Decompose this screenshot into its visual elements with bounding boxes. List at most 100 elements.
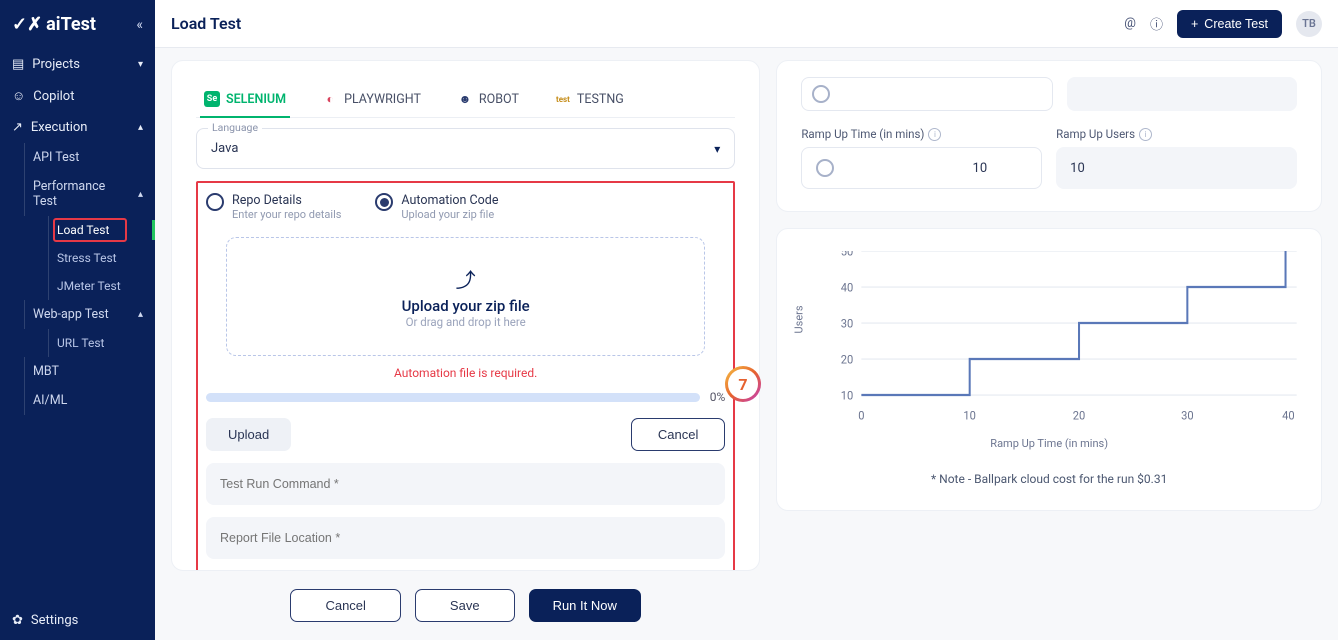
framework-tabs: SeSELENIUM ◐ PLAYWRIGHT ☻ROBOT testTESTNG	[196, 85, 735, 118]
sidebar-item-load-test[interactable]: Load Test	[48, 216, 155, 244]
tab-robot[interactable]: ☻ROBOT	[453, 85, 523, 117]
mention-icon[interactable]: @	[1124, 16, 1136, 31]
test-config-card: SeSELENIUM ◐ PLAYWRIGHT ☻ROBOT testTESTNG…	[171, 60, 760, 571]
execution-icon: ↗	[12, 120, 23, 135]
language-select[interactable]: Java ▾	[196, 128, 735, 169]
source-section-highlight: Repo Details Enter your repo details Aut…	[196, 181, 735, 571]
upload-dropzone[interactable]: ⤴ Upload your zip file Or drag and drop …	[226, 237, 705, 356]
slider-knob[interactable]	[816, 159, 834, 177]
sidebar-label: JMeter Test	[57, 279, 121, 293]
progress-percent: 0%	[710, 390, 726, 404]
tab-label: ROBOT	[479, 92, 519, 107]
collapse-sidebar-icon[interactable]: «	[136, 17, 143, 33]
tab-testng[interactable]: testTESTNG	[551, 85, 628, 117]
ramp-config-card: Ramp Up Time (in mins)i 10 Ramp Up Users…	[776, 60, 1322, 212]
callout-number: 7	[738, 375, 747, 394]
ramp-users-value-box: 10	[1056, 147, 1297, 189]
selenium-icon: Se	[204, 91, 220, 107]
sidebar-item-execution[interactable]: ↗ Execution ▴	[0, 112, 155, 143]
svg-text:40: 40	[841, 280, 854, 295]
logo: ✓✗ aiTest	[12, 14, 96, 35]
cancel-upload-button[interactable]: Cancel	[631, 418, 725, 451]
radio-title: Automation Code	[401, 193, 498, 208]
ramp-time-slider[interactable]: 10	[801, 147, 1042, 189]
svg-text:40: 40	[1282, 408, 1295, 423]
copilot-icon: ☺	[12, 88, 25, 104]
sidebar: ✓✗ aiTest « ▤ Projects ▾ ☺ Copilot ↗ Exe…	[0, 0, 155, 640]
avatar[interactable]: TB	[1296, 11, 1322, 37]
upload-icon: ⤴	[253, 264, 678, 293]
create-test-button[interactable]: + Create Test	[1177, 10, 1282, 38]
sidebar-label: Web-app Test	[33, 307, 109, 322]
svg-text:0: 0	[859, 408, 865, 423]
report-file-location-input[interactable]	[206, 517, 725, 559]
tab-label: PLAYWRIGHT	[344, 92, 421, 107]
svg-text:20: 20	[841, 352, 854, 367]
upload-button[interactable]: Upload	[206, 418, 291, 451]
sidebar-item-projects[interactable]: ▤ Projects ▾	[0, 49, 155, 80]
sidebar-item-aiml[interactable]: AI/ML	[24, 386, 155, 415]
info-icon[interactable]: i	[1139, 128, 1152, 141]
error-message: Automation file is required.	[206, 366, 725, 380]
radio-subtitle: Upload your zip file	[401, 208, 498, 221]
svg-text:50: 50	[841, 251, 854, 259]
sidebar-item-jmeter-test[interactable]: JMeter Test	[48, 272, 155, 300]
cancel-button[interactable]: Cancel	[290, 589, 400, 622]
tab-selenium[interactable]: SeSELENIUM	[200, 85, 290, 117]
sidebar-item-url-test[interactable]: URL Test	[48, 329, 155, 357]
sidebar-item-mbt[interactable]: MBT	[24, 357, 155, 386]
sidebar-item-settings[interactable]: ✿ Settings	[0, 601, 155, 640]
playwright-icon: ◐	[322, 91, 338, 107]
radio-automation-code[interactable]: Automation Code Upload your zip file	[375, 193, 498, 221]
sidebar-item-performance-test[interactable]: Performance Test ▴	[24, 172, 155, 216]
save-button[interactable]: Save	[415, 589, 515, 622]
dropzone-title: Upload your zip file	[253, 297, 678, 315]
gear-icon: ✿	[12, 613, 23, 628]
sidebar-item-api-test[interactable]: API Test	[24, 143, 155, 172]
ramp-time-value: 10	[973, 161, 988, 176]
radio-icon	[375, 193, 393, 211]
chevron-up-icon: ▴	[138, 309, 143, 320]
sidebar-label: MBT	[33, 364, 59, 379]
sidebar-label: Stress Test	[57, 251, 117, 265]
sidebar-item-copilot[interactable]: ☺ Copilot	[0, 80, 155, 112]
annotation-callout: 7	[725, 366, 761, 402]
sidebar-label: AI/ML	[33, 393, 67, 408]
ramp-chart-card: Users 5040302010 010203040 Ramp Up Time …	[776, 228, 1322, 511]
upload-progress	[206, 393, 700, 402]
radio-subtitle: Enter your repo details	[232, 208, 341, 221]
svg-text:30: 30	[1181, 408, 1194, 423]
chevron-down-icon: ▾	[138, 59, 143, 70]
sidebar-item-webapp-test[interactable]: Web-app Test ▴	[24, 300, 155, 329]
sidebar-label: Performance Test	[33, 179, 130, 209]
main: Load Test @ ⓘ + Create Test TB SeSELENIU…	[155, 0, 1338, 640]
footer-actions: Cancel Save Run It Now	[171, 579, 760, 628]
radio-icon	[206, 193, 224, 211]
sidebar-item-stress-test[interactable]: Stress Test	[48, 244, 155, 272]
testng-icon: test	[555, 91, 571, 107]
slider-knob[interactable]	[812, 85, 830, 103]
sidebar-label: Execution	[31, 120, 88, 135]
ramp-users-value: 10	[1070, 161, 1085, 176]
logo-icon: ✓✗	[12, 14, 42, 35]
topbar: Load Test @ ⓘ + Create Test TB	[155, 0, 1338, 48]
sidebar-label: Projects	[32, 57, 80, 72]
ramp-users-label: Ramp Up Users	[1056, 127, 1135, 141]
cost-note: * Note - Ballpark cloud cost for the run…	[801, 472, 1297, 486]
sidebar-label: Settings	[31, 613, 78, 628]
avatar-initials: TB	[1302, 17, 1316, 30]
radio-repo-details[interactable]: Repo Details Enter your repo details	[206, 193, 341, 221]
ramp-chart: Users 5040302010 010203040	[831, 251, 1297, 431]
chevron-up-icon: ▴	[138, 189, 143, 200]
tab-playwright[interactable]: ◐ PLAYWRIGHT	[318, 85, 425, 117]
info-icon[interactable]: ⓘ	[1150, 14, 1163, 33]
sidebar-label: API Test	[33, 150, 79, 165]
chevron-up-icon: ▴	[138, 122, 143, 133]
test-run-command-input[interactable]	[206, 463, 725, 505]
info-icon[interactable]: i	[928, 128, 941, 141]
chevron-down-icon: ▾	[714, 142, 720, 156]
button-label: Create Test	[1204, 17, 1268, 31]
chart-ylabel: Users	[793, 305, 806, 333]
run-it-now-button[interactable]: Run It Now	[529, 589, 641, 622]
sidebar-label: Copilot	[33, 89, 74, 104]
